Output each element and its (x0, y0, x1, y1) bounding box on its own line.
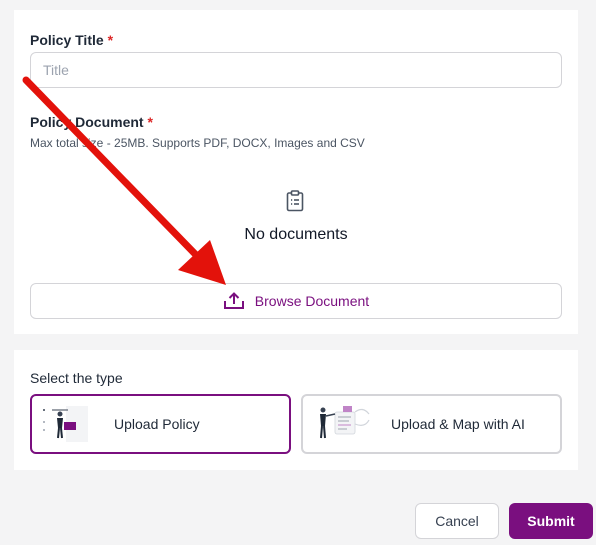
submit-button[interactable]: Submit (509, 503, 593, 539)
cancel-button[interactable]: Cancel (415, 503, 499, 539)
clipboard-icon (286, 190, 304, 212)
upload-map-ai-option[interactable]: Upload & Map with AI (301, 394, 562, 454)
upload-policy-option[interactable]: Upload Policy (30, 394, 291, 454)
policy-title-input[interactable] (30, 52, 562, 88)
empty-state-text: No documents (244, 226, 348, 243)
upload-icon (223, 292, 244, 309)
upload-policy-illustration (43, 406, 88, 442)
upload-map-ai-label: Upload & Map with AI (391, 416, 525, 432)
required-mark: * (147, 114, 153, 130)
browse-document-button[interactable]: Browse Document (30, 283, 562, 319)
browse-document-label: Browse Document (254, 293, 370, 309)
policy-details-card: Policy Title * Policy Document * Max tot… (14, 10, 578, 334)
policy-document-label: Policy Document * (30, 114, 153, 130)
policy-title-label: Policy Title * (30, 32, 114, 48)
required-mark: * (107, 32, 114, 48)
upload-policy-label: Upload Policy (114, 416, 200, 432)
type-select-label: Select the type (30, 370, 123, 386)
ai-map-illustration (320, 406, 370, 439)
upload-hint: Max total size - 25MB. Supports PDF, DOC… (30, 136, 365, 150)
type-select-card: Select the type Upload Policy Upload & M… (14, 350, 578, 470)
